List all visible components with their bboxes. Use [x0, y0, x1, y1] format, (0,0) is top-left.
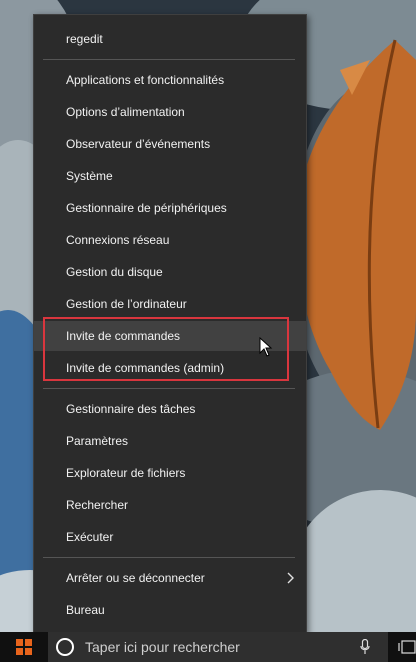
- menu-item-label: Arrêter ou se déconnecter: [66, 571, 205, 585]
- menu-item-power-options[interactable]: Options d’alimentation: [34, 97, 306, 127]
- menu-item-event-viewer[interactable]: Observateur d’événements: [34, 129, 306, 159]
- menu-item-label: Applications et fonctionnalités: [66, 73, 225, 87]
- menu-item-label: Gestion du disque: [66, 265, 163, 279]
- microphone-icon[interactable]: [360, 639, 370, 655]
- start-button[interactable]: [0, 632, 48, 662]
- taskbar-search-box[interactable]: Taper ici pour rechercher: [48, 632, 388, 662]
- menu-item-label: Connexions réseau: [66, 233, 170, 247]
- menu-item-task-manager[interactable]: Gestionnaire des tâches: [34, 394, 306, 424]
- menu-item-command-prompt-admin[interactable]: Invite de commandes (admin): [34, 353, 306, 383]
- menu-item-label: Options d’alimentation: [66, 105, 185, 119]
- menu-item-shutdown-signout[interactable]: Arrêter ou se déconnecter: [34, 563, 306, 593]
- menu-item-label: Invite de commandes: [66, 329, 181, 343]
- menu-item-label: Exécuter: [66, 530, 114, 544]
- taskbar: Taper ici pour rechercher: [0, 632, 416, 662]
- menu-item-label: Explorateur de fichiers: [66, 466, 186, 480]
- menu-separator: [43, 388, 295, 389]
- mouse-pointer-icon: [259, 337, 273, 357]
- task-view-icon[interactable]: [398, 639, 416, 655]
- menu-item-computer-management[interactable]: Gestion de l’ordinateur: [34, 289, 306, 319]
- menu-item-label: Gestionnaire de périphériques: [66, 201, 227, 215]
- menu-item-desktop[interactable]: Bureau: [34, 595, 306, 625]
- menu-item-label: Paramètres: [66, 434, 129, 448]
- menu-item-label: Observateur d’événements: [66, 137, 211, 151]
- menu-item-label: Gestion de l’ordinateur: [66, 297, 187, 311]
- menu-item-disk-management[interactable]: Gestion du disque: [34, 257, 306, 287]
- menu-item-label: Gestionnaire des tâches: [66, 402, 196, 416]
- menu-item-system[interactable]: Système: [34, 161, 306, 191]
- cortana-circle-icon: [56, 638, 74, 656]
- menu-item-label: Système: [66, 169, 113, 183]
- menu-item-regedit[interactable]: regedit: [34, 24, 306, 54]
- menu-item-label: regedit: [66, 32, 103, 46]
- windows-logo-icon: [16, 639, 32, 655]
- menu-item-file-explorer[interactable]: Explorateur de fichiers: [34, 458, 306, 488]
- menu-item-settings[interactable]: Paramètres: [34, 426, 306, 456]
- search-placeholder: Taper ici pour rechercher: [85, 639, 240, 655]
- menu-item-label: Bureau: [66, 603, 105, 617]
- menu-item-network-connections[interactable]: Connexions réseau: [34, 225, 306, 255]
- menu-item-label: Rechercher: [66, 498, 129, 512]
- chevron-right-icon: [287, 572, 294, 584]
- menu-item-label: Invite de commandes (admin): [66, 361, 225, 375]
- menu-item-apps-features[interactable]: Applications et fonctionnalités: [34, 65, 306, 95]
- menu-item-device-manager[interactable]: Gestionnaire de périphériques: [34, 193, 306, 223]
- winx-context-menu: regedit Applications et fonctionnalités …: [33, 14, 307, 634]
- menu-separator: [43, 59, 295, 60]
- menu-separator: [43, 557, 295, 558]
- menu-item-search[interactable]: Rechercher: [34, 490, 306, 520]
- menu-item-run[interactable]: Exécuter: [34, 522, 306, 552]
